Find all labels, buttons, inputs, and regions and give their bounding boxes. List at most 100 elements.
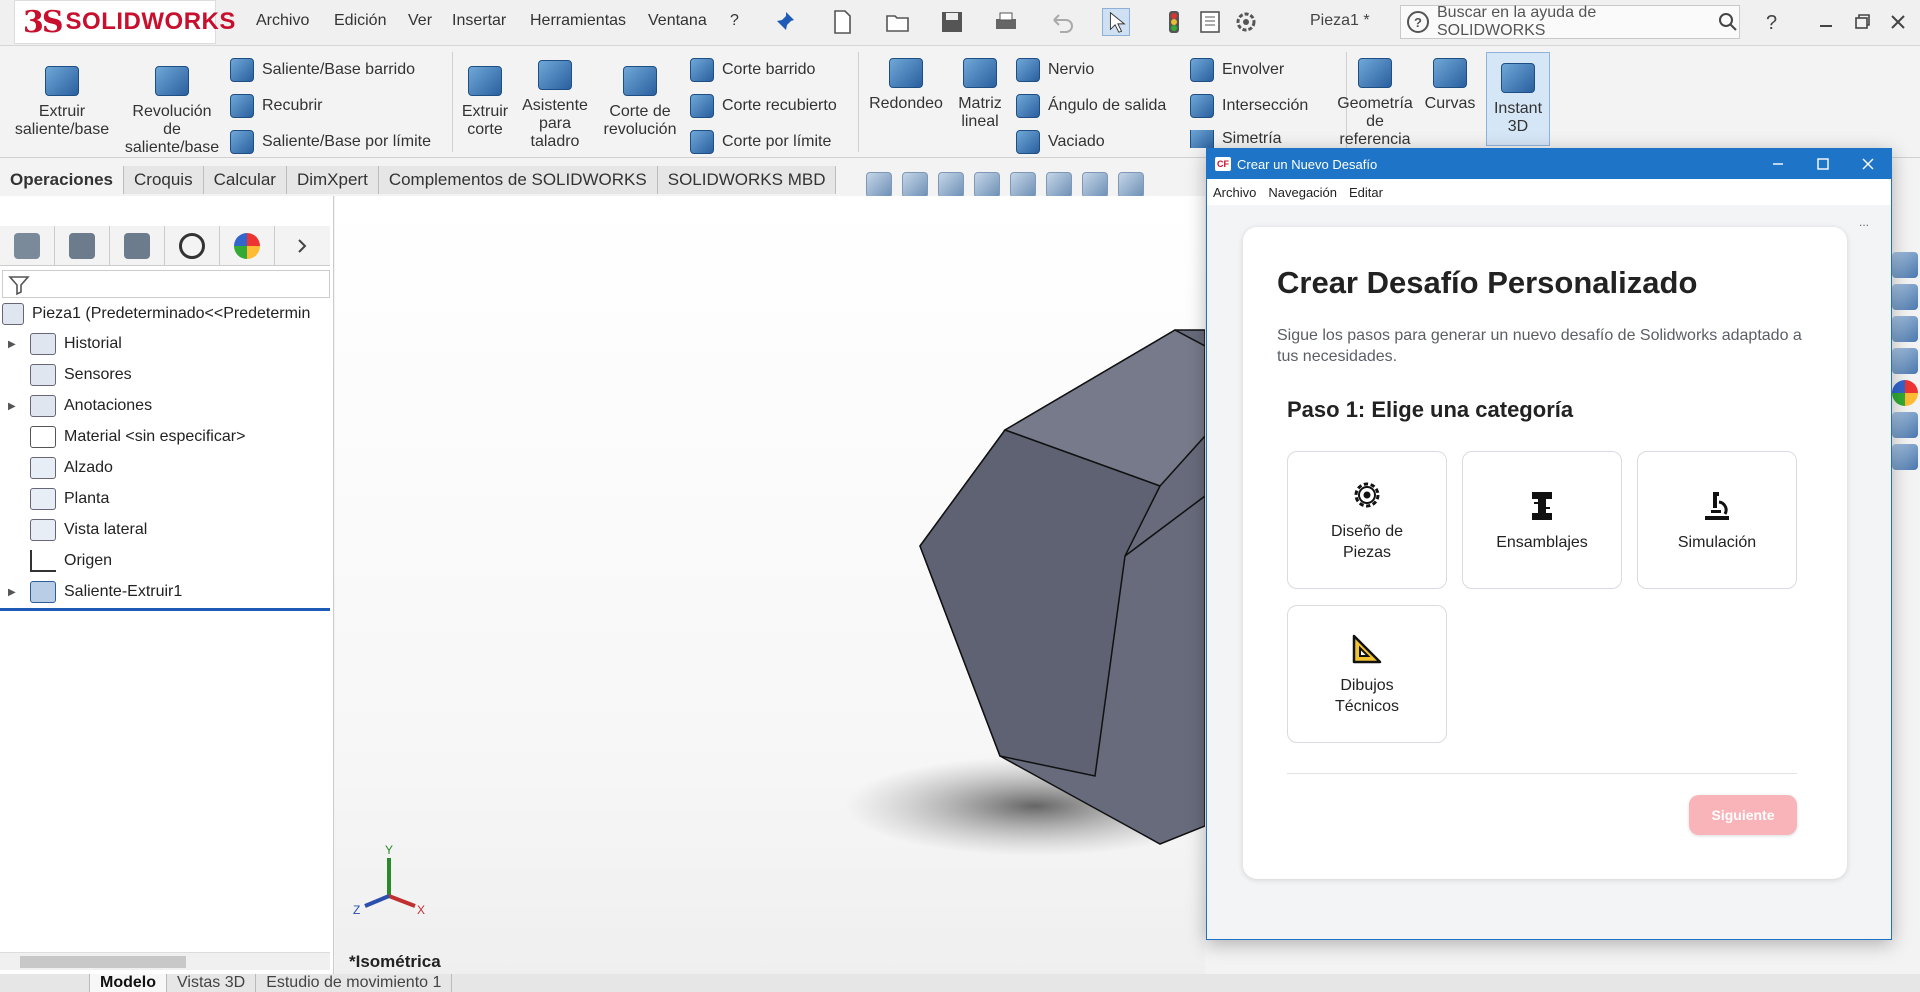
menu-ver[interactable]: Ver (408, 12, 432, 30)
redondeo-button[interactable]: Redondeo (864, 58, 948, 113)
category-dibujos-tecnicos[interactable]: Dibujos Técnicos (1287, 605, 1447, 743)
dialog-minimize-button[interactable] (1755, 149, 1800, 179)
menu-edicion[interactable]: Edición (334, 12, 386, 30)
next-button[interactable]: Siguiente (1689, 795, 1797, 835)
home-icon[interactable] (1892, 252, 1918, 278)
tree-item-sensores[interactable]: Sensores (0, 361, 132, 389)
print-icon[interactable] (992, 8, 1020, 36)
minimize-icon[interactable] (1812, 8, 1840, 36)
forum-icon[interactable] (1892, 444, 1918, 470)
zoom-to-area-icon[interactable] (902, 172, 928, 198)
help-icon[interactable]: ? (1758, 8, 1786, 36)
vaciado-button[interactable]: Vaciado (1016, 130, 1105, 154)
menu-archivo[interactable]: Archivo (256, 12, 309, 30)
rollback-bar[interactable] (0, 608, 330, 611)
extruir-corte-button[interactable]: Extruir corte (456, 66, 514, 139)
tab-dimxpert[interactable]: DimXpert (286, 166, 379, 194)
saliente-barrido-button[interactable]: Saliente/Base barrido (230, 58, 415, 82)
display-style-icon[interactable] (1082, 172, 1108, 198)
curvas-button[interactable]: Curvas (1420, 58, 1480, 113)
instant3d-button[interactable]: Instant 3D (1486, 52, 1550, 146)
custom-properties-icon[interactable] (1892, 412, 1918, 438)
tree-item-origen[interactable]: Origen (0, 547, 112, 575)
tree-item-material[interactable]: Material <sin especificar> (0, 423, 245, 451)
corte-recubierto-button[interactable]: Corte recubierto (690, 94, 837, 118)
corte-limite-button[interactable]: Corte por límite (690, 130, 831, 154)
corte-barrido-button[interactable]: Corte barrido (690, 58, 815, 82)
dialog-close-button[interactable] (1845, 149, 1890, 179)
angulo-salida-button[interactable]: Ángulo de salida (1016, 94, 1166, 118)
tab-scroll-buttons[interactable] (0, 974, 90, 992)
property-manager-tab[interactable] (55, 226, 110, 266)
feature-manager-tab[interactable] (0, 226, 55, 266)
simetria-button[interactable]: Simetría (1190, 130, 1282, 148)
extruir-saliente-button[interactable]: Extruir saliente/base (12, 66, 112, 139)
nervio-button[interactable]: Nervio (1016, 58, 1094, 82)
tab-vistas-3d[interactable]: Vistas 3D (167, 974, 257, 992)
view-palette-icon[interactable] (1892, 348, 1918, 374)
dialog-menu-archivo[interactable]: Archivo (1213, 185, 1256, 200)
tree-item-historial[interactable]: ▶ Historial (0, 330, 122, 358)
tabs-scroll-right[interactable] (275, 226, 330, 266)
file-explorer-icon[interactable] (1892, 316, 1918, 342)
category-simulacion[interactable]: Simulación (1637, 451, 1797, 589)
tab-calcular[interactable]: Calcular (203, 166, 287, 194)
revolucion-saliente-button[interactable]: Revolución de saliente/base (122, 66, 222, 157)
dynamic-annotation-icon[interactable] (1010, 172, 1036, 198)
tab-estudio-movimiento[interactable]: Estudio de movimiento 1 (256, 974, 453, 992)
design-library-icon[interactable] (1892, 284, 1918, 310)
dialog-titlebar[interactable]: CF Crear un Nuevo Desafío (1207, 149, 1891, 179)
display-manager-tab[interactable] (220, 226, 275, 266)
select-arrow-icon[interactable] (1102, 8, 1130, 36)
menu-herramientas[interactable]: Herramientas (530, 12, 626, 30)
hexagonal-prism-model[interactable] (335, 196, 1205, 976)
recubrir-button[interactable]: Recubrir (230, 94, 322, 118)
options-gear-icon[interactable] (1232, 8, 1260, 36)
asistente-taladro-button[interactable]: Asistente para taladro (518, 60, 592, 151)
dialog-menu-editar[interactable]: Editar (1349, 185, 1383, 200)
corte-revolucion-button[interactable]: Corte de revolución (598, 66, 682, 139)
matriz-lineal-button[interactable]: Matriz lineal (954, 58, 1006, 131)
tree-item-anotaciones[interactable]: ▶ Anotaciones (0, 392, 152, 420)
tab-modelo[interactable]: Modelo (90, 974, 167, 992)
tree-root-part[interactable]: Pieza1 (Predeterminado<<Predetermin (0, 300, 310, 328)
menu-help[interactable]: ? (730, 12, 739, 30)
save-icon[interactable] (938, 8, 966, 36)
tab-operaciones[interactable]: Operaciones (0, 166, 124, 194)
view-orientation-icon[interactable] (1046, 172, 1072, 198)
saliente-limite-button[interactable]: Saliente/Base por límite (230, 130, 431, 154)
search-icon[interactable] (1717, 11, 1739, 33)
hide-show-items-icon[interactable] (1118, 172, 1144, 198)
horizontal-scrollbar[interactable] (0, 952, 330, 970)
expand-arrow-icon[interactable]: ▶ (8, 587, 22, 598)
tree-item-alzado[interactable]: Alzado (0, 454, 113, 482)
rebuild-traffic-light-icon[interactable] (1160, 8, 1188, 36)
menu-ventana[interactable]: Ventana (648, 12, 707, 30)
appearances-icon[interactable] (1892, 380, 1918, 406)
tree-filter-field[interactable] (2, 270, 330, 298)
close-icon[interactable] (1884, 8, 1912, 36)
expand-arrow-icon[interactable]: ▶ (8, 339, 22, 350)
category-diseno-piezas[interactable]: Diseño de Piezas (1287, 451, 1447, 589)
open-folder-icon[interactable] (884, 8, 912, 36)
configuration-manager-tab[interactable] (110, 226, 165, 266)
file-properties-icon[interactable] (1196, 8, 1224, 36)
scrollbar-thumb[interactable] (20, 956, 186, 968)
tab-croquis[interactable]: Croquis (124, 166, 204, 194)
tab-solidworks-mbd[interactable]: SOLIDWORKS MBD (657, 166, 837, 194)
dimxpert-manager-tab[interactable] (165, 226, 220, 266)
help-search-input[interactable]: ? Buscar en la ayuda de SOLIDWORKS (1400, 4, 1740, 39)
new-document-icon[interactable] (828, 8, 856, 36)
zoom-to-fit-icon[interactable] (866, 172, 892, 198)
tree-item-vista-lateral[interactable]: Vista lateral (0, 516, 147, 544)
solidworks-logo[interactable]: 3S SOLIDWORKS (14, 0, 235, 44)
previous-view-icon[interactable] (938, 172, 964, 198)
tree-item-planta[interactable]: Planta (0, 485, 109, 513)
graphics-viewport[interactable]: Y X Z *Isométrica (335, 196, 1205, 976)
restore-icon[interactable] (1848, 8, 1876, 36)
dialog-maximize-button[interactable] (1800, 149, 1845, 179)
category-ensamblajes[interactable]: Ensamblajes (1462, 451, 1622, 589)
expand-arrow-icon[interactable]: ▶ (8, 401, 22, 412)
dialog-menu-navegacion[interactable]: Navegación (1268, 185, 1337, 200)
geometria-referencia-button[interactable]: Geometría de referencia (1334, 58, 1416, 149)
